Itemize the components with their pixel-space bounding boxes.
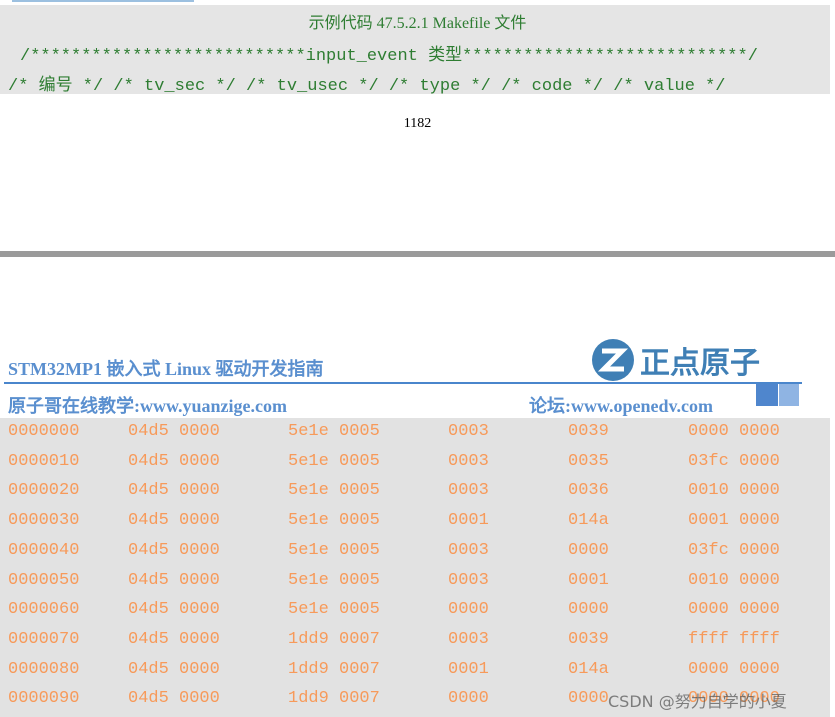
hexdump-cell: 0039: [568, 629, 609, 649]
code-line: /***************************input_event …: [20, 47, 758, 66]
hexdump-cell: 0000090: [8, 689, 80, 709]
hexdump-cell: 0001 0000: [688, 511, 780, 531]
hexdump-cell: 0000 0000: [688, 422, 780, 441]
hexdump-cell: 0010 0000: [688, 570, 780, 590]
page-number: 1182: [403, 116, 432, 131]
hexdump-cell: 014a: [568, 511, 609, 531]
hexdump-cell: 5e1e 0005: [288, 600, 380, 620]
hexdump-cell: 0000: [448, 689, 489, 709]
hexdump-cell: 1dd9 0007: [288, 659, 380, 679]
header-rule: [4, 382, 802, 384]
hexdump-cell: 5e1e 0005: [288, 511, 380, 531]
hexdump-cell: 5e1e 0005: [288, 570, 380, 590]
hexdump-cell: 1dd9 0007: [288, 689, 380, 709]
hexdump-cell: 0003: [448, 422, 489, 441]
hexdump-cell: 0003: [448, 451, 489, 471]
hexdump-cell: 0000: [568, 600, 609, 620]
hexdump-cell: 014a: [568, 659, 609, 679]
hexdump-cell: 0039: [568, 422, 609, 441]
hexdump-cell: 0000 0000: [688, 600, 780, 620]
logo: 正点原子: [590, 337, 760, 383]
hexdump-cell: 04d5 0000: [128, 689, 220, 709]
decor-square: [756, 384, 778, 406]
hexdump-cell: 0000: [568, 540, 609, 560]
page-separator: [0, 251, 835, 257]
hexdump-cell: 04d5 0000: [128, 422, 220, 441]
hexdump-cell: 04d5 0000: [128, 629, 220, 649]
hexdump-cell: 04d5 0000: [128, 540, 220, 560]
hexdump-cell: 04d5 0000: [128, 511, 220, 531]
code-caption: 示例代码 47.5.2.1 Makefile 文件: [308, 15, 527, 32]
hexdump-cell: 0003: [448, 629, 489, 649]
hexdump-cell: 0000050: [8, 570, 80, 590]
decor-square: [779, 384, 799, 406]
hexdump-cell: 0000: [448, 600, 489, 620]
book-title: STM32MP1 嵌入式 Linux 驱动开发指南: [8, 359, 324, 379]
hexdump-cell: 0000060: [8, 600, 80, 620]
hexdump-cell: 0003: [448, 481, 489, 501]
yuanzige-link[interactable]: 原子哥在线教学:www.yuanzige.com: [8, 392, 287, 418]
hexdump-cell: 5e1e 0005: [288, 540, 380, 560]
hexdump-cell: 5e1e 0005: [288, 422, 380, 441]
logo-text: 正点原子: [640, 346, 760, 381]
hexdump-cell: 0000030: [8, 511, 80, 531]
hexdump-cell: 04d5 0000: [128, 600, 220, 620]
hexdump-cell: 0003: [448, 540, 489, 560]
hexdump-cell: ffff ffff: [688, 629, 780, 649]
logo-icon: [592, 339, 634, 381]
hexdump-cell: 0000: [568, 689, 609, 709]
hexdump-cell: 1dd9 0007: [288, 629, 380, 649]
hexdump-cell: 04d5 0000: [128, 570, 220, 590]
hexdump-cell: 0000070: [8, 629, 80, 649]
hexdump-cell: 0000010: [8, 451, 80, 471]
hexdump-cell: 04d5 0000: [128, 659, 220, 679]
hexdump-cell: 0000000: [8, 422, 80, 441]
hexdump-cell: 03fc 0000: [688, 451, 780, 471]
hexdump-cell: 0000080: [8, 659, 80, 679]
hexdump-cell: 0000020: [8, 481, 80, 501]
hexdump-cell: 0001: [568, 570, 609, 590]
watermark: CSDN @努力自学的小夏: [608, 692, 787, 711]
hexdump-cell: 04d5 0000: [128, 481, 220, 501]
hexdump-cell: 0003: [448, 570, 489, 590]
hexdump-cell: 5e1e 0005: [288, 451, 380, 471]
code-line: /* 编号 */ /* tv_sec */ /* tv_usec */ /* t…: [8, 77, 726, 96]
hexdump-cell: 04d5 0000: [128, 451, 220, 471]
hexdump-cell: 0035: [568, 451, 609, 471]
hexdump-cell: 0036: [568, 481, 609, 501]
hexdump-cell: 03fc 0000: [688, 540, 780, 560]
openedv-link[interactable]: 论坛:www.openedv.com: [529, 392, 713, 418]
hexdump-cell: 0010 0000: [688, 481, 780, 501]
hexdump-cell: 0001: [448, 659, 489, 679]
hexdump-cell: 0001: [448, 511, 489, 531]
hexdump-cell: 5e1e 0005: [288, 481, 380, 501]
hexdump-cell: 0000040: [8, 540, 80, 560]
hexdump-cell: 0000 0000: [688, 659, 780, 679]
top-rule: [12, 0, 194, 2]
